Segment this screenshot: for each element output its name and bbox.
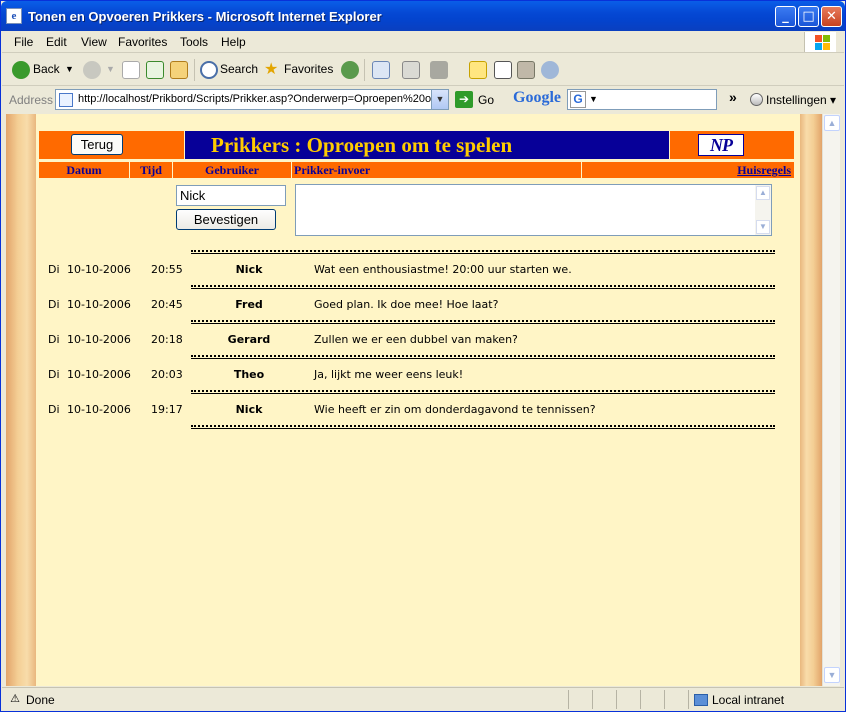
separator-line: [191, 425, 775, 429]
discuss-icon[interactable]: [469, 61, 487, 79]
address-url[interactable]: http://localhost/Prikbord/Scripts/Prikke…: [78, 93, 432, 105]
menu-view[interactable]: View: [81, 35, 107, 49]
status-bar: ⚠ Done Local intranet: [2, 687, 844, 711]
page-header: Terug Prikkers : Oproepen om te spelen N…: [39, 131, 794, 159]
username-input[interactable]: Nick: [176, 185, 286, 206]
separator-line: [191, 355, 775, 359]
print-icon[interactable]: [402, 61, 420, 79]
page-border-left: [6, 114, 36, 686]
page-border-right: [800, 114, 822, 686]
ie-icon: e: [6, 8, 22, 24]
google-search-input[interactable]: G ▼: [567, 89, 717, 110]
search-icon[interactable]: [200, 61, 218, 79]
back-button[interactable]: Back: [33, 62, 60, 76]
google-g-icon[interactable]: G: [570, 91, 586, 108]
separator-line: [191, 320, 775, 324]
google-logo: Google: [513, 89, 561, 106]
separator-line: [191, 285, 775, 289]
home-icon[interactable]: [170, 61, 188, 79]
status-text: Done: [26, 693, 55, 707]
settings-label: Instellingen: [766, 93, 827, 107]
column-header-time: Tijd: [130, 162, 172, 178]
back-icon[interactable]: [12, 61, 30, 79]
history-icon[interactable]: [341, 61, 359, 79]
toolbar-overflow-button[interactable]: »: [729, 89, 737, 105]
menu-edit[interactable]: Edit: [46, 35, 67, 49]
separator-line: [191, 250, 775, 254]
post-row: Di 10-10-2006 20:45 Fred Goed plan. Ik d…: [48, 298, 499, 311]
maximize-button[interactable]: □: [798, 6, 819, 27]
column-header-entry: Prikker-invoer: [292, 162, 581, 178]
back-dropdown-icon[interactable]: ▼: [65, 64, 74, 74]
settings-icon: [750, 93, 763, 106]
scroll-down-icon[interactable]: ▼: [756, 220, 770, 234]
post-row: Di 10-10-2006 20:18 Gerard Zullen we er …: [48, 333, 518, 346]
stop-icon[interactable]: [122, 61, 140, 79]
minimize-button[interactable]: _: [775, 6, 796, 27]
house-rules-link[interactable]: Huisregels: [582, 162, 794, 178]
menu-favorites[interactable]: Favorites: [118, 35, 167, 49]
messenger-icon[interactable]: [517, 61, 535, 79]
favorites-star-icon[interactable]: ★: [264, 61, 282, 79]
search-button[interactable]: Search: [220, 62, 258, 76]
settings-button[interactable]: Instellingen ▾: [750, 93, 836, 107]
address-input[interactable]: http://localhost/Prikbord/Scripts/Prikke…: [55, 89, 449, 110]
intranet-icon: [694, 694, 708, 706]
column-header-user: Gebruiker: [173, 162, 291, 178]
title-bar[interactable]: e Tonen en Opvoeren Prikkers - Microsoft…: [1, 1, 845, 31]
back-page-button[interactable]: Terug: [71, 134, 123, 155]
tools-icon[interactable]: [541, 61, 559, 79]
close-button[interactable]: ✕: [821, 6, 842, 27]
security-zone: Local intranet: [694, 693, 784, 707]
scroll-up-icon[interactable]: ▲: [756, 186, 770, 200]
page-title: Prikkers : Oproepen om te spelen: [211, 133, 513, 157]
warning-icon[interactable]: ⚠: [8, 692, 22, 706]
mail-icon[interactable]: [372, 61, 390, 79]
message-textarea[interactable]: ▲ ▼: [295, 184, 772, 236]
column-header-date: Datum: [39, 162, 129, 178]
post-row: Di 10-10-2006 20:03 Theo Ja, lijkt me we…: [48, 368, 464, 381]
menu-tools[interactable]: Tools: [180, 35, 208, 49]
menu-file[interactable]: File: [14, 35, 33, 49]
address-dropdown-icon[interactable]: ▼: [431, 90, 448, 109]
confirm-button[interactable]: Bevestigen: [176, 209, 276, 230]
post-row: Di 10-10-2006 20:55 Nick Wat een enthous…: [48, 263, 572, 276]
forward-dropdown-icon[interactable]: ▼: [106, 64, 115, 74]
menu-bar: File Edit View Favorites Tools Help: [2, 31, 844, 53]
go-arrow-icon: ➔: [455, 91, 473, 108]
page-scroll-down-icon[interactable]: ▼: [824, 667, 840, 683]
edit-icon[interactable]: [430, 61, 448, 79]
research-icon[interactable]: [494, 61, 512, 79]
separator-line: [191, 390, 775, 394]
toolbar: Back ▼ ▼ Search ★ Favorites: [2, 54, 844, 86]
window-title: Tonen en Opvoeren Prikkers - Microsoft I…: [28, 9, 382, 24]
page-content: Terug Prikkers : Oproepen om te spelen N…: [6, 114, 822, 686]
go-label: Go: [478, 93, 495, 107]
browser-window: e Tonen en Opvoeren Prikkers - Microsoft…: [0, 0, 846, 712]
favorites-button[interactable]: Favorites: [284, 62, 333, 76]
page-scrollbar[interactable]: ▲ ▼: [822, 114, 840, 686]
address-label: Address: [9, 93, 54, 107]
windows-logo-icon: [804, 32, 836, 52]
np-logo: NP: [698, 134, 744, 156]
page-scroll-up-icon[interactable]: ▲: [824, 115, 840, 131]
go-button[interactable]: ➔ Go: [454, 90, 502, 110]
forward-icon[interactable]: [83, 61, 101, 79]
address-bar: Address http://localhost/Prikbord/Script…: [2, 87, 844, 113]
textarea-scrollbar[interactable]: ▲ ▼: [755, 185, 771, 235]
google-dropdown-icon[interactable]: ▼: [589, 94, 598, 104]
refresh-icon[interactable]: [146, 61, 164, 79]
page-icon: [59, 93, 73, 107]
menu-help[interactable]: Help: [221, 35, 246, 49]
post-row: Di 10-10-2006 19:17 Nick Wie heeft er zi…: [48, 403, 596, 416]
